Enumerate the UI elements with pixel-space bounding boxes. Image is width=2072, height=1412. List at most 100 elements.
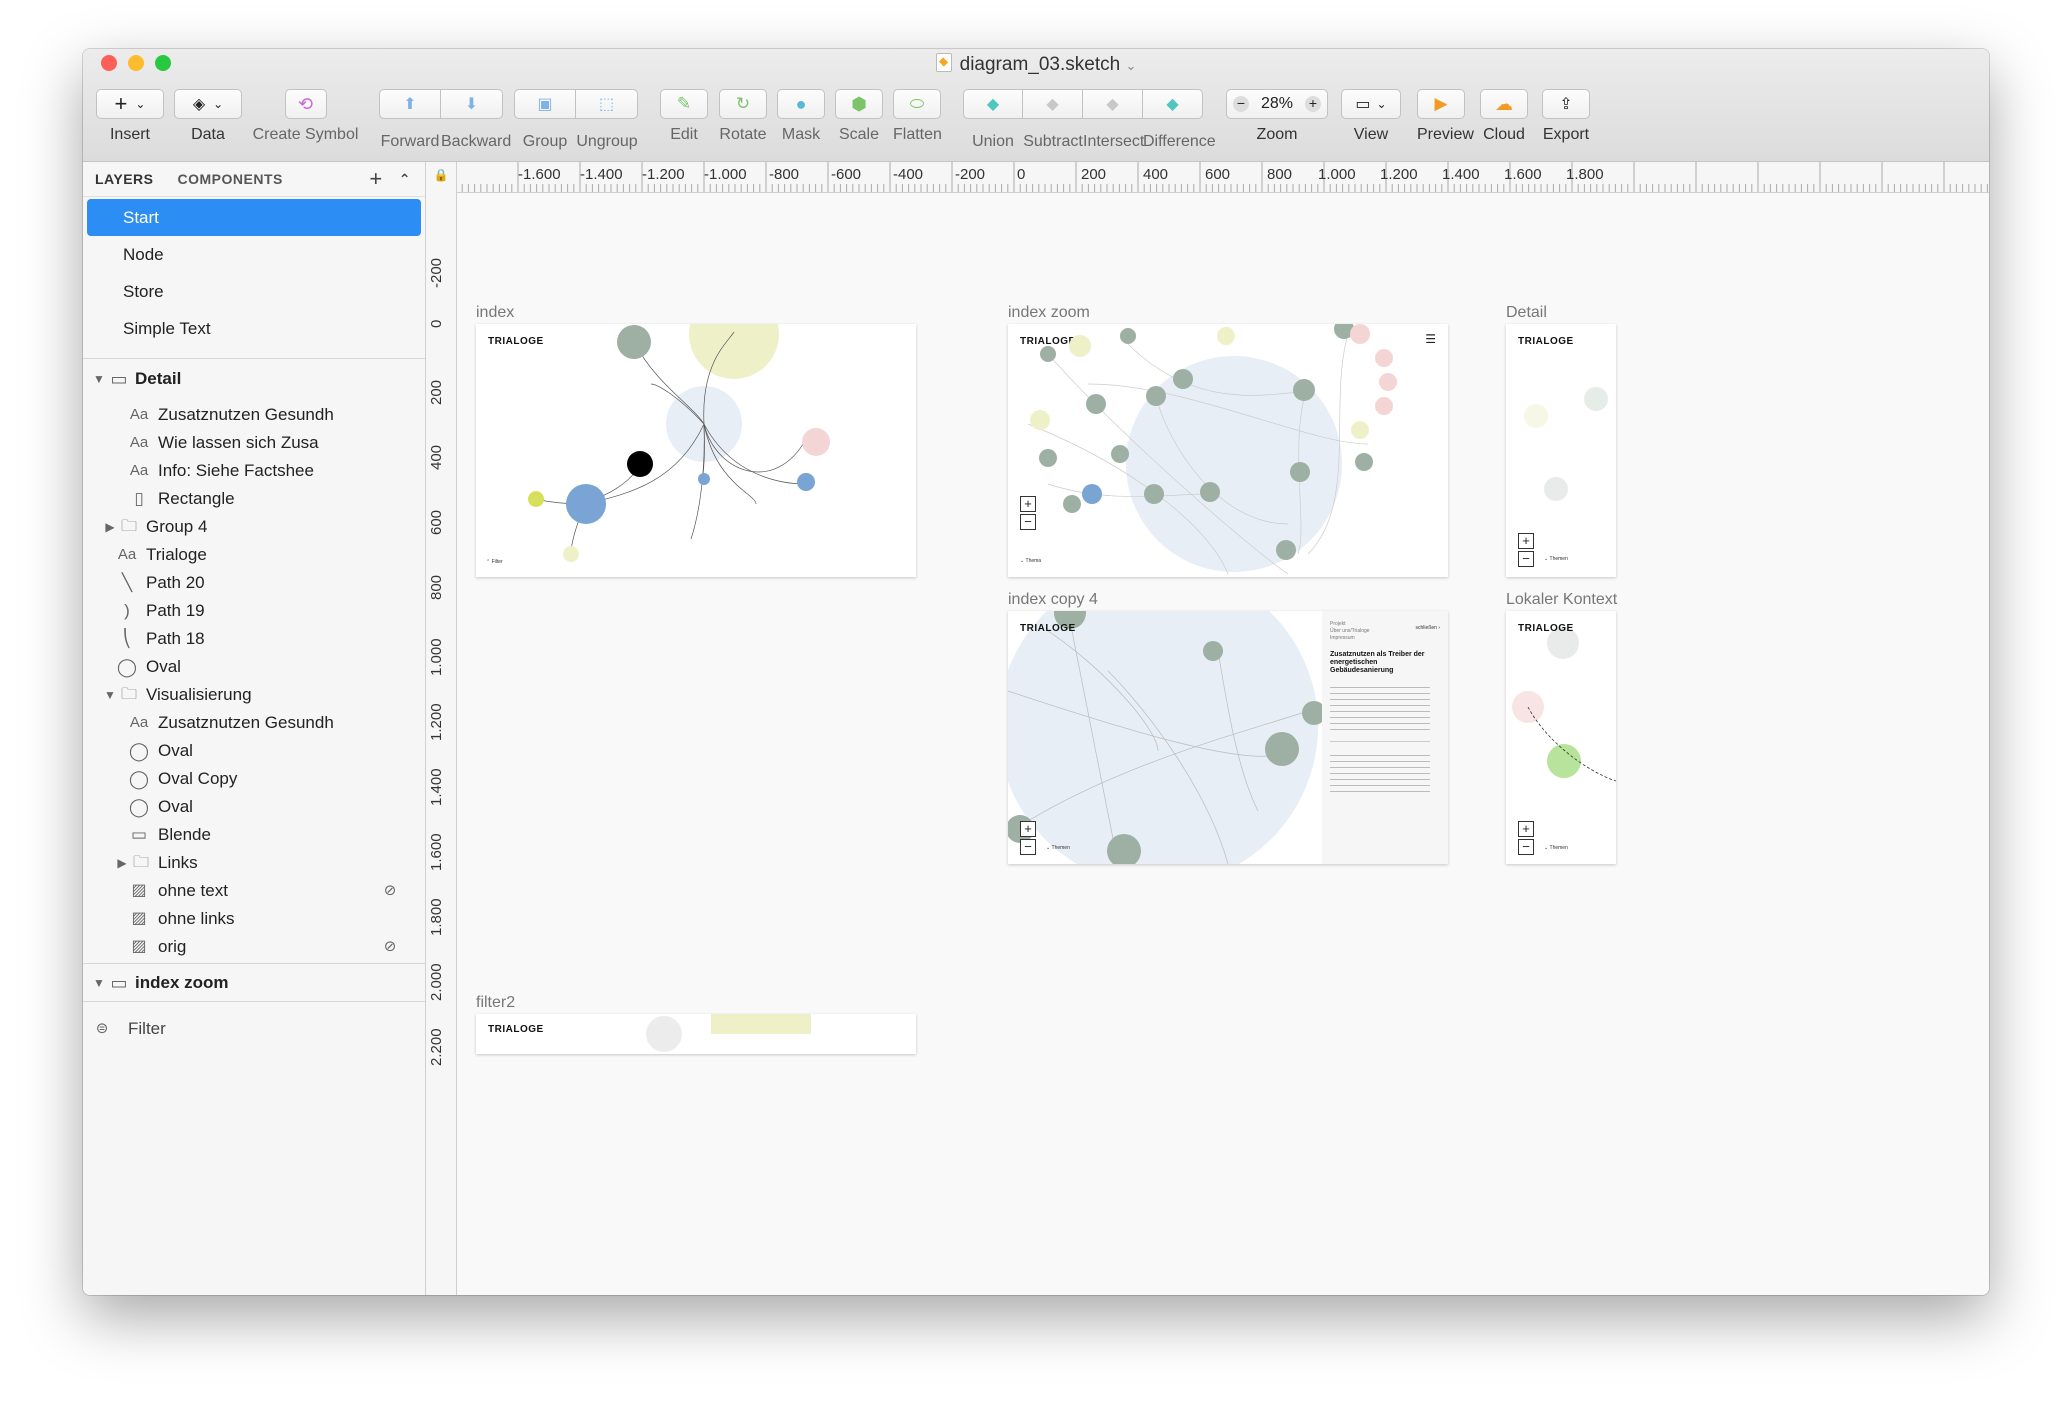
data-button[interactable]: ◈ ⌄ Data: [174, 89, 242, 144]
panel-nav-item[interactable]: Projekt: [1330, 621, 1370, 628]
ruler-label: 200: [428, 379, 445, 405]
page-item-start[interactable]: Start: [87, 199, 421, 236]
collapse-pages-icon[interactable]: ⌃: [399, 171, 411, 188]
layer-row[interactable]: ▨ orig ⊘: [83, 929, 425, 965]
edit-button[interactable]: ✎ Edit: [660, 89, 708, 144]
themen-toggle[interactable]: ⌄ Themen: [1544, 845, 1568, 851]
zoom-minus-button[interactable]: −: [1020, 514, 1036, 530]
rotate-button[interactable]: ↻ Rotate: [719, 89, 767, 144]
forward-icon[interactable]: ⬆: [379, 89, 441, 119]
artboard-lokaler-kontext[interactable]: TRIALOGE + − ⌄ Themen: [1506, 611, 1616, 864]
group-icon[interactable]: ▣: [514, 89, 576, 119]
page-item-node[interactable]: Node: [87, 236, 421, 273]
zoom-plus-button[interactable]: +: [1020, 496, 1036, 512]
disclosure-open-icon[interactable]: ▼: [88, 965, 110, 1001]
artboard-title-index-zoom[interactable]: index zoom: [1008, 304, 1090, 322]
flatten-button[interactable]: ⬭ Flatten: [893, 89, 942, 144]
chevron-down-icon: ⌄: [1020, 558, 1025, 564]
zoom-plus-button[interactable]: +: [1518, 533, 1534, 549]
lock-icon[interactable]: 🔒: [426, 168, 456, 182]
zoom-minus-button[interactable]: −: [1518, 551, 1534, 567]
backward-icon[interactable]: ⬇: [441, 89, 503, 119]
artboard-row-detail[interactable]: ▼ ▭ Detail: [83, 361, 425, 397]
filter-toggle[interactable]: ⌃ Filter: [486, 559, 503, 565]
group-label: Group: [522, 133, 568, 150]
info-panel: Projekt Über uns/Trialoge Impressum schl…: [1322, 611, 1448, 864]
preview-button[interactable]: ▶ Preview: [1417, 89, 1474, 144]
panel-close[interactable]: schließen ›: [1416, 625, 1440, 631]
artboard-title-detail[interactable]: Detail: [1506, 304, 1547, 322]
artboard-index[interactable]: TRIALOGE ⌃ Filter: [476, 324, 916, 577]
ungroup-label: Ungroup: [576, 133, 638, 150]
export-button[interactable]: ⇪ Export: [1540, 89, 1592, 144]
scale-button[interactable]: ⬢ Scale: [835, 89, 883, 144]
app-window: diagram_03.sketch ⌄ + ⌄ Insert ◈ ⌄ Data ⟲ …: [83, 49, 1989, 1295]
add-page-icon[interactable]: +: [369, 166, 382, 192]
artboard-row-index-zoom[interactable]: ▼ ▭ index zoom: [83, 965, 425, 1001]
scale-icon: ⬢: [851, 93, 867, 114]
mask-button[interactable]: ● Mask: [777, 89, 825, 144]
zoom-in-icon[interactable]: +: [1305, 96, 1321, 112]
ruler-label: 2.200: [428, 1028, 445, 1066]
artboard-filter2[interactable]: TRIALOGE: [476, 1014, 916, 1054]
ruler-label: -600: [831, 166, 862, 183]
artboard-index-copy-4[interactable]: TRIALOGE Projekt Über uns/Trialoge Impre…: [1008, 611, 1448, 864]
intersect-icon[interactable]: ◆: [1083, 89, 1143, 119]
ruler-label: -200: [428, 257, 445, 288]
panel-nav-item[interactable]: Impressum: [1330, 635, 1370, 642]
hidden-eye-icon[interactable]: ⊘: [379, 929, 401, 965]
ruler-label: -1.600: [518, 166, 561, 183]
tab-layers[interactable]: LAYERS: [95, 171, 154, 187]
chevron-up-icon: ⌃: [486, 559, 491, 565]
artboard-title-index-copy-4[interactable]: index copy 4: [1008, 591, 1098, 609]
panel-nav-item[interactable]: Über uns/Trialoge: [1330, 628, 1370, 635]
divider: [83, 1001, 425, 1002]
zoom-plus-button[interactable]: +: [1020, 821, 1036, 837]
artboard-detail[interactable]: TRIALOGE + − ⌄ Themen: [1506, 324, 1616, 577]
image-icon: ▨: [131, 938, 147, 955]
artboard-index-zoom[interactable]: TRIALOGE ☰ + − ⌄ Thema: [1008, 324, 1448, 577]
subtract-icon[interactable]: ◆: [1023, 89, 1083, 119]
ruler-label: -200: [955, 166, 986, 183]
mask-icon: ●: [795, 93, 807, 114]
tab-components[interactable]: COMPONENTS: [178, 171, 283, 187]
symbol-icon: ⟲: [297, 93, 314, 114]
chevron-down-icon: ⌄: [1376, 97, 1387, 111]
brand-logo: TRIALOGE: [488, 1024, 544, 1035]
cloud-button[interactable]: ☁ Cloud: [1480, 89, 1528, 144]
insert-button[interactable]: + ⌄ Insert: [96, 89, 164, 144]
ruler-label: 1.200: [1380, 166, 1418, 183]
themen-toggle[interactable]: ⌄ Themen: [1046, 845, 1070, 851]
create-symbol-button[interactable]: ⟲ Create Symbol: [248, 89, 363, 144]
ruler-label: 1.600: [1504, 166, 1542, 183]
zoom-minus-button[interactable]: −: [1020, 839, 1036, 855]
thema-toggle[interactable]: ⌄ Thema: [1020, 558, 1041, 564]
zoom-minus-button[interactable]: −: [1518, 839, 1534, 855]
artboard-title-filter2[interactable]: filter2: [476, 994, 515, 1012]
artboard-title-index[interactable]: index: [476, 304, 514, 322]
difference-icon[interactable]: ◆: [1143, 89, 1203, 119]
chevron-down-icon: ⌄: [1046, 845, 1051, 851]
flatten-icon: ⬭: [909, 94, 925, 113]
divider: [83, 358, 425, 359]
zoom-out-icon[interactable]: −: [1233, 96, 1249, 112]
page-item-store[interactable]: Store: [87, 273, 421, 310]
zoom-value[interactable]: 28%: [1261, 95, 1293, 113]
layers-sidebar: LAYERS COMPONENTS + ⌃ Start Node Store S…: [83, 162, 426, 1295]
canvas[interactable]: 🔒 -1.600 -1.400 -1.200 -1.000 -800 -600 …: [426, 162, 1989, 1295]
themen-toggle[interactable]: ⌄ Themen: [1544, 556, 1568, 562]
view-button[interactable]: ▭ ⌄ View: [1341, 89, 1401, 144]
union-icon[interactable]: ◆: [963, 89, 1023, 119]
filter-bar[interactable]: ⊜ Filter: [83, 1011, 425, 1047]
artboard-title-lokaler-kontext[interactable]: Lokaler Kontext: [1506, 591, 1617, 609]
page-item-simple-text[interactable]: Simple Text: [87, 310, 421, 347]
chevron-down-icon[interactable]: ⌄: [1125, 58, 1136, 73]
zoom-plus-button[interactable]: +: [1518, 821, 1534, 837]
backward-label: Backward: [441, 133, 512, 150]
ungroup-icon[interactable]: ⬚: [576, 89, 638, 119]
network-diagram: [528, 324, 830, 562]
ruler-label: 800: [1267, 166, 1293, 183]
ruler-label: 0: [428, 319, 445, 328]
arrange-group: ⬆ ⬇: [379, 89, 503, 119]
disclosure-open-icon[interactable]: ▼: [88, 361, 110, 397]
